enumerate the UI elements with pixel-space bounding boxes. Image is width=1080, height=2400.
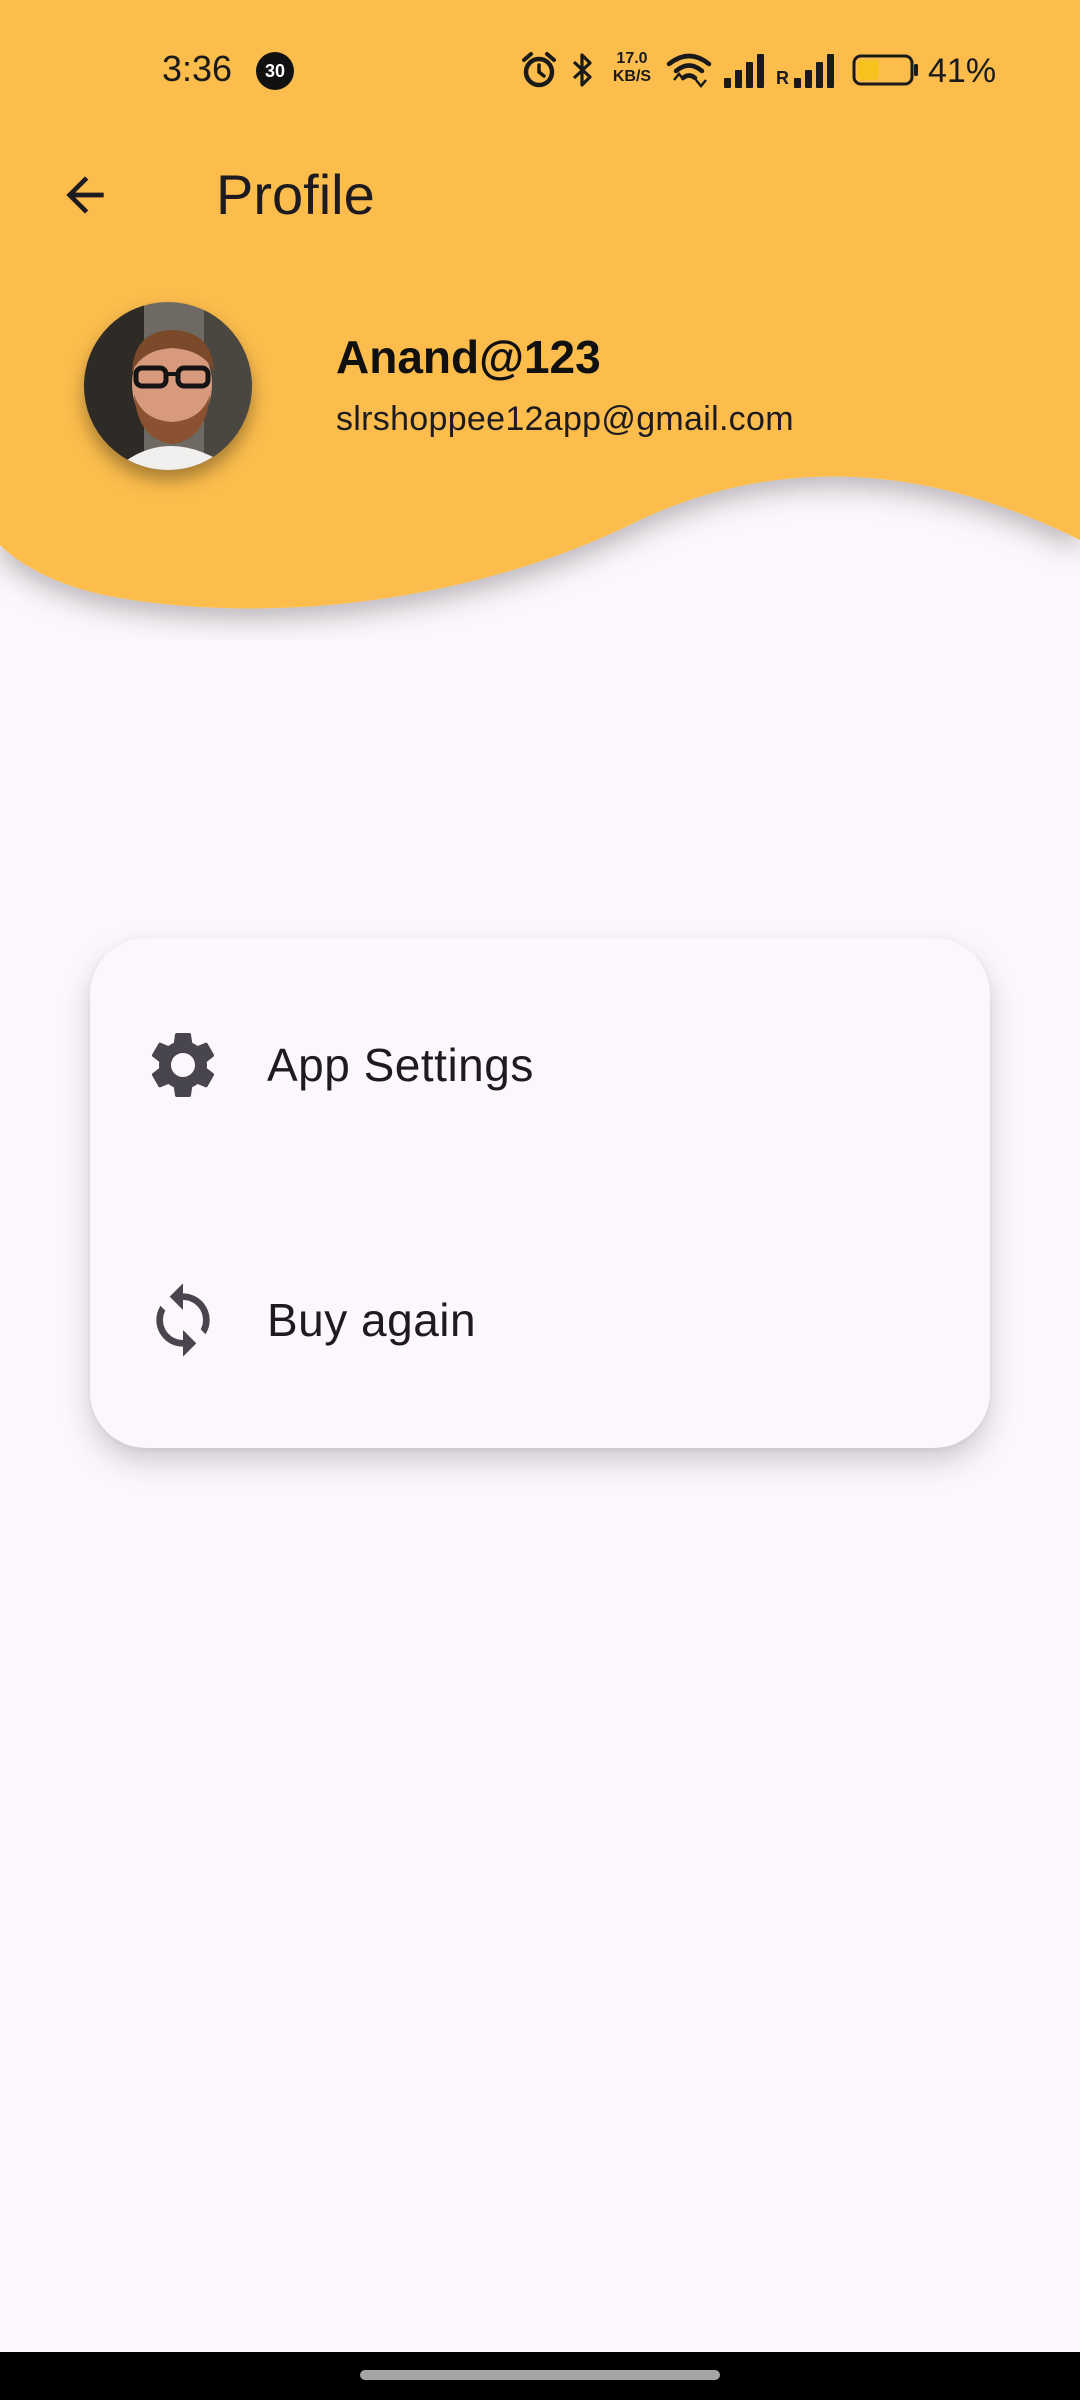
buy-again-label: Buy again [267, 1294, 477, 1346]
gear-icon [143, 1025, 223, 1105]
buy-again-item[interactable]: Buy again [90, 1235, 990, 1405]
avatar-photo [84, 302, 252, 470]
cellular-signal-icon [724, 54, 764, 88]
roaming-indicator: R [776, 68, 789, 88]
network-speed: 17.0 KB/S [608, 50, 656, 86]
status-bar: 3:36 30 17.0 KB/S R 41% [0, 0, 1080, 140]
profile-menu-card: App Settings Buy again [90, 938, 990, 1448]
arrow-back-icon [66, 176, 104, 214]
user-name: Anand@123 [336, 331, 601, 383]
page-title: Profile [216, 163, 375, 226]
alarm-icon [522, 52, 556, 88]
network-speed-value: 17.0 [616, 50, 648, 67]
avatar [84, 302, 252, 470]
system-navigation-bar [0, 2352, 1080, 2400]
wifi-icon [666, 53, 712, 88]
app-settings-label: App Settings [267, 1039, 534, 1091]
cellular-signal-roaming-icon [794, 54, 834, 88]
status-time: 3:36 [162, 48, 233, 89]
network-speed-unit: KB/S [612, 68, 652, 85]
user-email: slrshoppee12app@gmail.com [336, 400, 794, 438]
notification-count-badge: 30 [256, 52, 294, 90]
battery-percent: 41% [928, 52, 997, 90]
bluetooth-icon [572, 53, 592, 87]
app-settings-item[interactable]: App Settings [90, 980, 990, 1150]
refresh-icon [143, 1280, 223, 1360]
battery-icon [852, 54, 918, 86]
home-indicator[interactable] [360, 2370, 720, 2380]
back-button[interactable] [50, 160, 120, 230]
